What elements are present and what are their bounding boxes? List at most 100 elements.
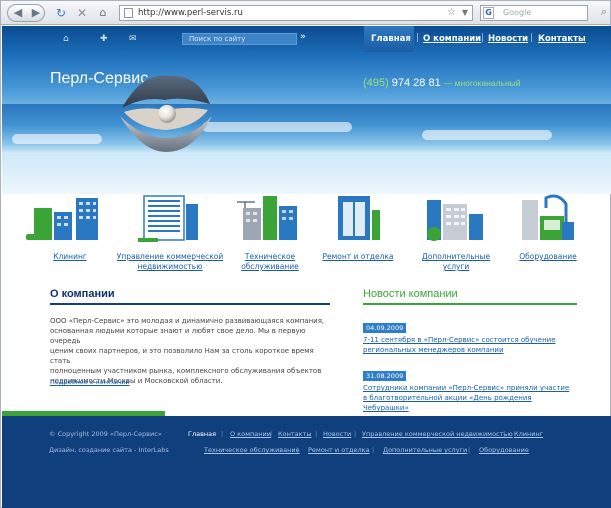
browser-window: ◀ ▶ ↻ ✕ ⌂ http://www.perl-servis.ru ☆ ▼ … bbox=[0, 0, 611, 508]
about-text-line: полноценным участником рынка, комплексно… bbox=[50, 367, 322, 375]
service-label[interactable]: Ремонт и отделка bbox=[318, 252, 398, 262]
footer-nav-cleaning[interactable]: Клининг bbox=[514, 430, 543, 438]
phone-number: (495) 974 28 81 — многоканальный bbox=[363, 77, 521, 89]
stop-icon[interactable]: ✕ bbox=[76, 5, 88, 21]
phone-suffix: — многоканальный bbox=[443, 78, 521, 88]
home-icon[interactable]: ⌂ bbox=[96, 5, 110, 21]
wave-foam bbox=[202, 122, 352, 132]
news-title: Новости компании bbox=[363, 288, 577, 305]
services-row: Клининг Управление коммерческой недвижим… bbox=[2, 194, 611, 294]
service-label[interactable]: Дополнительные bbox=[414, 252, 498, 262]
url-dropdown-icon[interactable]: ▼ bbox=[462, 6, 468, 20]
footer-nav-property[interactable]: Управление коммерческой недвижимостью bbox=[362, 430, 513, 438]
about-section: О компании ООО «Перл-Сервис» это молодая… bbox=[50, 288, 330, 386]
property-management-icon bbox=[138, 195, 198, 242]
news-date: 31.08.2009 bbox=[363, 371, 407, 381]
news-link[interactable]: Сотрудники компании «Перл-Сервис» принял… bbox=[363, 383, 577, 413]
footer-separator: | bbox=[296, 446, 299, 454]
pearl-shell-image bbox=[120, 75, 212, 152]
service-renovation[interactable]: Ремонт и отделка bbox=[318, 194, 398, 262]
nav-item-news[interactable]: Новости bbox=[488, 34, 528, 44]
footer-separator: | bbox=[270, 430, 273, 438]
news-section: Новости компании 04.09.2009 7-11 сентябр… bbox=[363, 288, 577, 413]
service-label[interactable]: услуги bbox=[414, 262, 498, 272]
service-maintenance[interactable]: Техническое обслуживание bbox=[230, 194, 310, 272]
service-label[interactable]: обслуживание bbox=[230, 262, 310, 272]
url-field[interactable]: http://www.perl-servis.ru ☆ ▼ bbox=[119, 5, 473, 21]
news-date: 04.09.2009 bbox=[363, 323, 407, 333]
footer-separator: | bbox=[468, 446, 471, 454]
news-link[interactable]: 7-11 сентября в «Перл-Сервис» состоится … bbox=[363, 335, 577, 355]
site-search-button[interactable]: » bbox=[300, 32, 306, 42]
about-text-line: ценим своих партнеров, и это позволило Н… bbox=[50, 347, 314, 365]
google-icon[interactable]: G bbox=[483, 7, 494, 19]
header-banner: ⌂ ✚ ✉ Поиск по сайту » Главная | О компа… bbox=[2, 26, 611, 194]
footer-nav-maintenance[interactable]: Техническое обслуживание bbox=[204, 446, 300, 454]
news-link-line[interactable]: региональных менеджеров компании bbox=[363, 345, 577, 355]
about-text-line: основанная людьми которые знают и любят … bbox=[50, 327, 306, 345]
cleaning-icon bbox=[26, 198, 98, 240]
page-icon bbox=[124, 8, 133, 18]
bookmark-star-icon[interactable]: ☆ bbox=[447, 6, 456, 20]
browser-search-field[interactable]: G Google ⌕ bbox=[480, 5, 607, 21]
site-search-input[interactable]: Поиск по сайту bbox=[182, 33, 297, 45]
service-label[interactable]: недвижимостью bbox=[114, 262, 226, 272]
service-equipment[interactable]: Оборудование bbox=[510, 194, 586, 262]
nav-item-about[interactable]: О компании bbox=[423, 34, 481, 44]
nav-item-home-bg: Главная bbox=[364, 26, 414, 52]
additional-services-icon bbox=[427, 200, 483, 241]
nav-item-home[interactable]: Главная bbox=[371, 34, 411, 44]
service-label[interactable]: Техническое bbox=[230, 252, 310, 262]
phone-code: (495) bbox=[363, 77, 389, 89]
wave-foam bbox=[422, 130, 552, 140]
renovation-icon bbox=[338, 196, 380, 240]
about-text-line: ООО «Перл-Сервис» это молодая и динамичн… bbox=[50, 317, 325, 325]
about-text: ООО «Перл-Сервис» это молодая и динамичн… bbox=[50, 316, 330, 386]
footer: © Copyright 2009 «Перл-Сервис» Дизайн, с… bbox=[2, 416, 611, 508]
nav-item-contacts[interactable]: Контакты bbox=[538, 34, 586, 44]
nav-separator: | bbox=[481, 33, 485, 43]
service-label[interactable]: Управление коммерческой bbox=[114, 252, 226, 262]
site-search-placeholder: Поиск по сайту bbox=[189, 35, 246, 43]
equipment-icon bbox=[522, 194, 574, 240]
news-item: 04.09.2009 7-11 сентября в «Перл-Сервис»… bbox=[363, 315, 577, 355]
footer-nav-additional[interactable]: Дополнительные услуги bbox=[383, 446, 467, 454]
footer-separator: | bbox=[503, 430, 506, 438]
about-more-link[interactable]: Подробнее о компании bbox=[50, 378, 130, 386]
footer-separator: | bbox=[221, 430, 224, 438]
nav-separator: | bbox=[530, 33, 534, 43]
footer-separator: | bbox=[315, 430, 318, 438]
footer-nav-contacts[interactable]: Контакты bbox=[278, 430, 311, 438]
news-link-line[interactable]: Сотрудники компании «Перл-Сервис» принял… bbox=[363, 383, 577, 393]
browser-search-placeholder: Google bbox=[503, 8, 532, 17]
site: ⌂ ✚ ✉ Поиск по сайту » Главная | О компа… bbox=[2, 26, 611, 508]
home-icon[interactable]: ⌂ bbox=[63, 34, 69, 44]
service-additional[interactable]: Дополнительные услуги bbox=[414, 194, 498, 272]
reload-icon[interactable]: ↻ bbox=[55, 5, 67, 21]
footer-nav-home[interactable]: Главная bbox=[188, 430, 216, 438]
nav-buttons: ◀ ▶ bbox=[7, 4, 45, 22]
news-item: 31.08.2009 Сотрудники компании «Перл-Сер… bbox=[363, 363, 577, 413]
about-title: О компании bbox=[50, 288, 330, 305]
footer-nav-equipment[interactable]: Оборудование bbox=[479, 446, 529, 454]
footer-nav-news[interactable]: Новости bbox=[323, 430, 351, 438]
news-link-line[interactable]: 7-11 сентября в «Перл-Сервис» состоится … bbox=[363, 335, 577, 345]
design-credit[interactable]: Дизайн, создание сайта - InterLabs bbox=[49, 446, 169, 454]
url-text: http://www.perl-servis.ru bbox=[138, 8, 243, 18]
search-icon[interactable]: ⌕ bbox=[601, 5, 607, 19]
nav-separator: | bbox=[416, 33, 420, 43]
forward-icon[interactable]: ▶ bbox=[27, 5, 45, 21]
sitemap-icon[interactable]: ✚ bbox=[100, 34, 108, 44]
service-label[interactable]: Оборудование bbox=[510, 252, 586, 262]
footer-nav-about[interactable]: О компании bbox=[230, 430, 271, 438]
service-label[interactable]: Клининг bbox=[22, 252, 118, 262]
footer-separator: | bbox=[372, 446, 375, 454]
phone-digits: 974 28 81 bbox=[391, 77, 441, 89]
news-link-line[interactable]: в благотворительной акции «День рождения… bbox=[363, 393, 577, 413]
mail-icon[interactable]: ✉ bbox=[129, 34, 137, 44]
back-icon[interactable]: ◀ bbox=[9, 5, 27, 21]
service-cleaning[interactable]: Клининг bbox=[22, 194, 118, 262]
footer-separator: | bbox=[354, 430, 357, 438]
footer-nav-renovation[interactable]: Ремонт и отделка bbox=[308, 446, 370, 454]
service-property-management[interactable]: Управление коммерческой недвижимостью bbox=[114, 194, 226, 272]
